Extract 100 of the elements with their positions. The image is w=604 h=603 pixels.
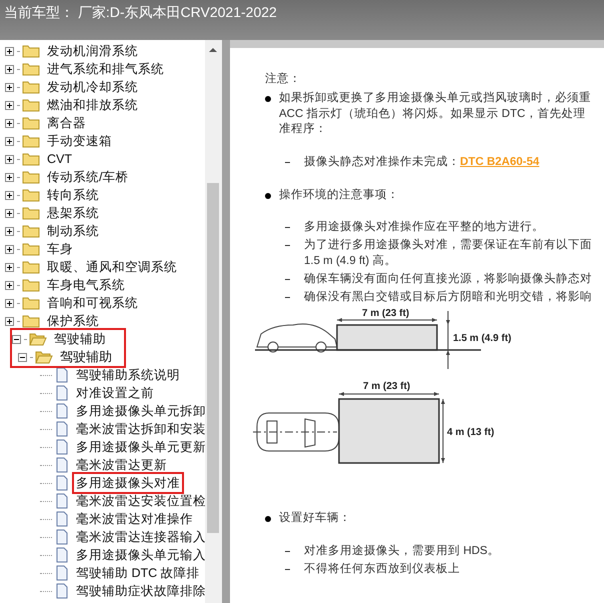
document-icon [55,421,69,437]
expand-icon[interactable] [5,208,14,218]
folder-icon [22,98,40,112]
tree-item[interactable]: 音响和可视系统 [45,294,140,312]
list-item-text: 多用途摄像头对准操作应在平整的地方进行。 [304,219,544,235]
dimension-arrow [441,398,445,464]
folder-icon [22,242,40,256]
document-icon [55,457,69,473]
folder-icon [22,206,40,220]
tree-item[interactable]: CVT [45,150,74,168]
tree-item[interactable]: 驾驶辅助 DTC 故障排 [74,564,202,582]
dash-marker [285,297,290,298]
expand-icon[interactable] [5,316,14,326]
expand-icon[interactable] [5,226,14,236]
dimension-label: 1.5 m (4.9 ft) [453,333,512,344]
expand-icon[interactable] [5,100,14,110]
tree-item[interactable]: 传动系统/车桥 [45,168,130,186]
dimension-label: 4 m (13 ft) [447,427,494,438]
document-icon [55,583,69,599]
list-item-text: 为了进行多用途摄像头对准，需要保证在车前有以下面 1.5 m (4.9 ft) 高。 [304,238,592,269]
bullet-text: 操作环境的注意事项： [279,188,399,202]
bullet-icon [265,516,271,522]
dimension-arrow [446,310,450,370]
expand-icon[interactable] [5,46,14,56]
tree-item[interactable]: 保护系统 [45,312,101,330]
tree-item[interactable]: 手动变速箱 [45,132,114,150]
folder-icon [22,44,40,58]
document-icon [55,439,69,455]
scrollbar-thumb[interactable] [207,183,219,533]
tree-item[interactable]: 驾驶辅助 [58,347,114,367]
tree-item[interactable]: 进气系统和排气系统 [45,60,166,78]
expand-icon[interactable] [5,172,14,182]
tree-item[interactable]: 发动机冷却系统 [45,78,140,96]
tree-item[interactable]: 毫米波雷达更新 [74,456,169,474]
bullet-icon [265,96,271,102]
tree-item[interactable]: 毫米波雷达对准操作 [74,510,195,528]
window-title: 当前车型： 厂家:D-东风本田CRV2021-2022 [4,4,277,20]
bullet-text: 如果拆卸或更换了多用途摄像头单元或挡风玻璃时，必须重 ACC 指示灯（琥珀色）将闪烁。如果显示 DTC，首先处理 准程序： [279,91,591,137]
tree-item[interactable]: 多用途摄像头对准 [74,474,182,492]
tree-item[interactable]: 转向系统 [45,186,101,204]
expand-icon[interactable] [5,136,14,146]
tree-item[interactable]: 取暖、通风和空调系统 [45,258,179,276]
expand-icon[interactable] [5,118,14,128]
document-icon [55,529,69,545]
folder-icon [22,278,40,292]
folder-icon [22,62,40,76]
tree-item[interactable]: 多用途摄像头单元拆卸 [74,402,205,420]
tree-item[interactable]: 制动系统 [45,222,101,240]
expand-icon[interactable] [5,154,14,164]
folder-icon [22,224,40,238]
folder-icon [22,296,40,310]
folder-icon [22,80,40,94]
tree-item[interactable]: 驾驶辅助 [52,330,108,348]
expand-icon[interactable] [5,244,14,254]
tree-item[interactable]: 车身 [45,240,75,258]
open-folder-icon [29,332,47,346]
folder-icon [22,188,40,202]
list-item-text: 确保没有黑白交错或目标后方阴暗和光明交错，将影响 [304,289,592,305]
document-icon [55,385,69,401]
folder-icon [22,314,40,328]
bullet-icon [265,192,271,198]
dash-marker [285,550,290,552]
tree-item[interactable]: 燃油和排放系统 [45,96,140,114]
document-icon [55,565,69,581]
dash-marker [285,245,290,246]
scrollbar[interactable] [205,40,222,603]
dash-marker [285,227,290,228]
list-item-text: 不得将任何东西放到仪表板上 [304,562,460,576]
tree-item[interactable]: 对准设置之前 [74,384,156,402]
tree-item[interactable]: 车身电气系统 [45,276,127,294]
collapse-icon[interactable] [12,334,21,344]
dash-marker [285,568,290,570]
document-icon [55,547,69,563]
tree-item[interactable]: 发动机润滑系统 [45,42,140,60]
expand-icon[interactable] [5,82,14,92]
document-icon [55,403,69,419]
expand-icon[interactable] [5,298,14,308]
dimension-label: 7 m (23 ft) [362,309,410,319]
folder-icon [22,260,40,274]
dash-marker [285,279,290,280]
note-heading: 注意： [265,71,302,87]
list-item-text: 确保车辆没有面向任何直接光源，将影响摄像头静态对 [304,272,592,287]
document-icon [55,367,69,383]
expand-icon[interactable] [5,262,14,272]
expand-icon[interactable] [5,190,14,200]
document-icon [55,493,69,509]
open-folder-icon [35,350,53,364]
list-item-text: 摄像头静态对准操作未完成： [304,154,460,170]
collapse-icon[interactable] [18,352,27,362]
expand-icon[interactable] [5,64,14,74]
expand-icon[interactable] [5,280,14,290]
folder-icon [22,170,40,184]
tree-item[interactable]: 离合器 [45,114,88,132]
dimension-label: 7 m (23 ft) [363,381,410,392]
bullet-text: 设置好车辆： [279,511,351,526]
tree-item[interactable]: 驾驶辅助系统说明 [74,366,182,384]
tree-item[interactable]: 悬架系统 [45,204,101,222]
list-item-text: 对准多用途摄像头，需要用到 HDS。 [304,544,500,558]
scroll-up-arrow-icon[interactable] [209,48,217,52]
document-icon [55,511,69,527]
